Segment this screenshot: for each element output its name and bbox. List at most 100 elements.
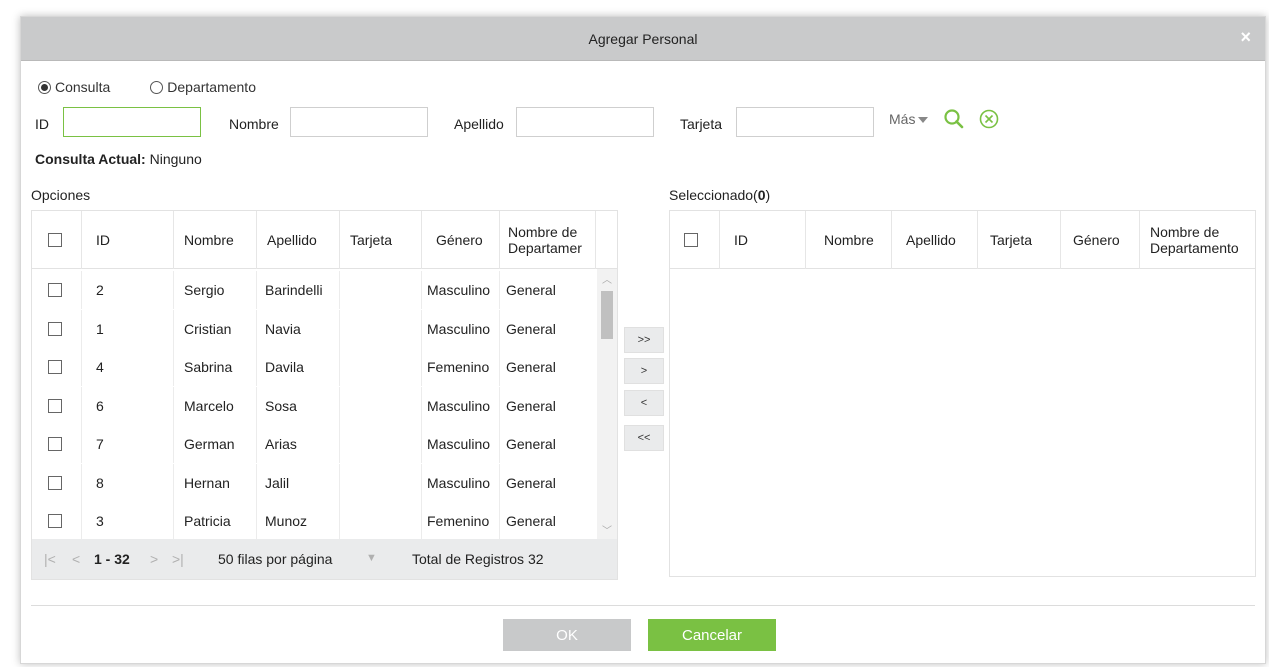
- chevron-down-icon: [918, 117, 929, 124]
- cell-departamento: General: [506, 474, 556, 491]
- row-checkbox[interactable]: [32, 348, 82, 386]
- selected-col-id[interactable]: ID: [720, 211, 806, 269]
- cell-tarjeta: [340, 463, 422, 502]
- selected-grid: ID Nombre Apellido Tarjeta Género Nombre…: [669, 210, 1256, 577]
- cell-genero: Femenino: [422, 502, 500, 540]
- select-all-checkbox[interactable]: [32, 211, 82, 269]
- col-tarjeta[interactable]: Tarjeta: [340, 211, 422, 269]
- page-size-dropdown-icon[interactable]: ▼: [366, 552, 377, 564]
- cell-nombre: Sergio: [174, 271, 257, 309]
- row-checkbox[interactable]: [32, 386, 82, 425]
- cell-departamento: General: [506, 282, 556, 298]
- selected-title-prefix: Seleccionado(: [669, 187, 758, 203]
- cell-id: 4: [82, 348, 174, 386]
- ok-button[interactable]: OK: [503, 619, 631, 651]
- options-pager: |< < 1 - 32 > >| 50 filas por página ▼ T…: [32, 539, 617, 579]
- options-title: Opciones: [31, 187, 91, 203]
- cell-tarjeta: [340, 271, 422, 309]
- table-row[interactable]: 8 Hernan Jalil Masculino General: [32, 463, 595, 502]
- cell-apellido: Barindelli: [257, 271, 340, 309]
- cell-tarjeta: [340, 425, 422, 463]
- scroll-thumb[interactable]: [601, 291, 613, 339]
- last-page-icon[interactable]: >|: [172, 551, 184, 567]
- options-scrollbar[interactable]: ︿ ﹀: [597, 269, 617, 539]
- scroll-up-icon[interactable]: ︿: [602, 271, 612, 286]
- cell-nombre: Marcelo: [174, 386, 257, 425]
- table-row[interactable]: 6 Marcelo Sosa Masculino General: [32, 386, 595, 425]
- clear-icon[interactable]: [978, 108, 1000, 130]
- selected-col-nombre[interactable]: Nombre: [806, 211, 892, 269]
- id-input[interactable]: [63, 107, 201, 137]
- cell-tarjeta: [340, 502, 422, 540]
- selected-col-apellido[interactable]: Apellido: [892, 211, 978, 269]
- selected-col-genero[interactable]: Género: [1061, 211, 1140, 269]
- radio-selected-icon: [38, 80, 51, 94]
- name-input[interactable]: [290, 107, 428, 137]
- col-departamento[interactable]: Nombre de Departamer: [500, 211, 596, 269]
- cell-genero: Femenino: [422, 348, 500, 386]
- selected-col-tarjeta[interactable]: Tarjeta: [978, 211, 1061, 269]
- page-size-select[interactable]: 50 filas por página: [218, 551, 332, 567]
- cell-apellido: Munoz: [257, 502, 340, 540]
- cell-departamento: General: [506, 320, 556, 337]
- selected-title-suffix: ): [765, 187, 771, 203]
- prev-page-icon[interactable]: <: [72, 551, 80, 567]
- total-records: Total de Registros 32: [412, 551, 544, 567]
- card-input[interactable]: [736, 107, 874, 137]
- dialog-title: Agregar Personal: [588, 31, 698, 47]
- col-genero[interactable]: Género: [422, 211, 500, 269]
- close-icon[interactable]: ×: [1240, 27, 1251, 48]
- cell-apellido: Navia: [257, 309, 340, 348]
- cell-apellido: Davila: [257, 348, 340, 386]
- options-grid-header: ID Nombre Apellido Tarjeta Género Nombre…: [32, 211, 617, 269]
- more-filters-toggle[interactable]: Más: [889, 111, 929, 127]
- first-page-icon[interactable]: |<: [44, 551, 56, 567]
- checkbox-icon: [48, 514, 62, 528]
- checkbox-icon: [48, 437, 62, 451]
- table-row[interactable]: 4 Sabrina Davila Femenino General: [32, 348, 595, 386]
- scroll-down-icon[interactable]: ﹀: [602, 522, 612, 537]
- radio-consulta[interactable]: Consulta: [38, 79, 110, 95]
- table-row[interactable]: 7 German Arias Masculino General: [32, 425, 595, 463]
- table-row[interactable]: 3 Patricia Munoz Femenino General: [32, 502, 595, 540]
- col-id[interactable]: ID: [82, 211, 174, 269]
- cancel-button[interactable]: Cancelar: [648, 619, 776, 651]
- cell-genero: Masculino: [422, 271, 500, 309]
- move-right-button[interactable]: >: [624, 358, 664, 384]
- row-checkbox[interactable]: [32, 425, 82, 463]
- selected-title: Seleccionado(0): [669, 187, 770, 203]
- move-all-left-button[interactable]: <<: [624, 425, 664, 451]
- radio-departamento[interactable]: Departamento: [150, 79, 256, 95]
- move-all-right-button[interactable]: >>: [624, 327, 664, 353]
- footer-divider: [31, 605, 1255, 606]
- selected-col-departamento[interactable]: Nombre de Departamento: [1140, 211, 1257, 269]
- surname-label: Apellido: [454, 116, 504, 132]
- dialog-titlebar: Agregar Personal ×: [21, 17, 1265, 61]
- more-label: Más: [889, 111, 916, 127]
- cell-departamento: General: [506, 513, 556, 529]
- cell-departamento: General: [506, 397, 556, 414]
- surname-input[interactable]: [516, 107, 654, 137]
- cell-genero: Masculino: [422, 425, 500, 463]
- row-checkbox[interactable]: [32, 309, 82, 348]
- table-row[interactable]: 1 Cristian Navia Masculino General: [32, 309, 595, 348]
- checkbox-icon: [48, 398, 62, 413]
- current-query: Consulta Actual: Ninguno: [35, 151, 202, 167]
- row-checkbox[interactable]: [32, 271, 82, 309]
- col-apellido[interactable]: Apellido: [257, 211, 340, 269]
- options-grid: ID Nombre Apellido Tarjeta Género Nombre…: [31, 210, 618, 580]
- next-page-icon[interactable]: >: [150, 551, 158, 567]
- row-checkbox[interactable]: [32, 502, 82, 540]
- row-checkbox[interactable]: [32, 463, 82, 502]
- search-icon[interactable]: [943, 108, 965, 130]
- col-nombre[interactable]: Nombre: [174, 211, 257, 269]
- selected-select-all-checkbox[interactable]: [670, 211, 720, 269]
- table-row[interactable]: 2 Sergio Barindelli Masculino General: [32, 271, 595, 309]
- add-personnel-dialog: Agregar Personal × Consulta Departamento…: [20, 16, 1266, 664]
- checkbox-icon: [48, 283, 62, 297]
- cell-apellido: Arias: [257, 425, 340, 463]
- move-left-button[interactable]: <: [624, 390, 664, 416]
- page-range: 1 - 32: [94, 551, 130, 567]
- cell-nombre: Cristian: [174, 309, 257, 348]
- checkbox-icon: [48, 360, 62, 374]
